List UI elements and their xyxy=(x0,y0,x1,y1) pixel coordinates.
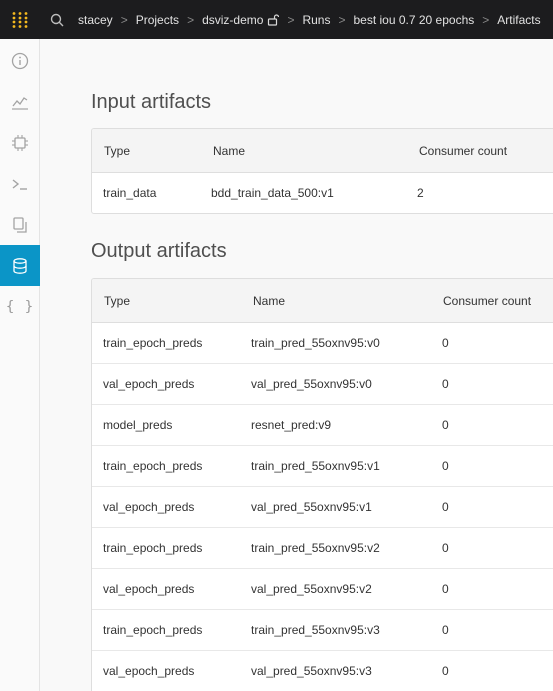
artifact-name[interactable]: val_pred_55oxnv95:v2 xyxy=(251,569,372,609)
breadcrumb-separator: > xyxy=(187,12,195,27)
artifact-type: val_epoch_preds xyxy=(103,500,195,514)
column-header-consumer-count[interactable]: Consumer count xyxy=(443,279,531,322)
input-artifacts-title: Input artifacts xyxy=(91,91,212,113)
breadcrumb: stacey > Projects > dsviz-demo > Runs > … xyxy=(78,13,541,27)
table-row[interactable]: val_epoch_preds val_pred_55oxnv95:v3 0 xyxy=(92,651,553,691)
artifact-consumer-count: 0 xyxy=(442,336,449,350)
breadcrumb-project[interactable]: dsviz-demo xyxy=(202,13,263,27)
breadcrumb-separator: > xyxy=(120,12,128,27)
artifact-name[interactable]: val_pred_55oxnv95:v3 xyxy=(251,651,372,691)
search-icon[interactable] xyxy=(42,0,72,39)
artifact-type: train_epoch_preds xyxy=(103,336,203,350)
artifact-consumer-count: 0 xyxy=(442,459,449,473)
breadcrumb-runs[interactable]: Runs xyxy=(302,13,330,27)
top-bar: stacey > Projects > dsviz-demo > Runs > … xyxy=(0,0,553,39)
artifact-name[interactable]: val_pred_55oxnv95:v1 xyxy=(251,487,372,527)
sidebar-item-charts[interactable] xyxy=(0,81,40,122)
column-header-type[interactable]: Type xyxy=(104,279,130,322)
table-header: Type Name Consumer count xyxy=(92,129,553,173)
chip-icon xyxy=(11,134,29,152)
breadcrumb-separator: > xyxy=(287,12,295,27)
breadcrumb-user[interactable]: stacey xyxy=(78,13,113,27)
sidebar-item-artifacts[interactable] xyxy=(0,245,40,286)
artifact-consumer-count: 0 xyxy=(442,582,449,596)
sidebar-item-files[interactable] xyxy=(0,204,40,245)
table-header: Type Name Consumer count xyxy=(92,279,553,323)
artifact-name[interactable]: train_pred_55oxnv95:v0 xyxy=(251,323,380,363)
breadcrumb-separator: > xyxy=(482,12,490,27)
database-icon xyxy=(11,257,29,275)
table-row[interactable]: train_epoch_preds train_pred_55oxnv95:v1 0 xyxy=(92,446,553,487)
artifact-name[interactable]: bdd_train_data_500:v1 xyxy=(211,173,334,213)
sidebar-item-logs[interactable] xyxy=(0,163,40,204)
column-header-name[interactable]: Name xyxy=(213,129,245,172)
wandb-logo-icon[interactable] xyxy=(0,0,40,39)
artifact-consumer-count: 0 xyxy=(442,418,449,432)
output-artifacts-rows: train_epoch_preds train_pred_55oxnv95:v0 0… xyxy=(92,323,553,691)
sidebar-item-overview[interactable] xyxy=(0,40,40,81)
table-row[interactable]: val_epoch_preds val_pred_55oxnv95:v1 0 xyxy=(92,487,553,528)
table-row[interactable]: model_preds resnet_pred:v9 0 xyxy=(92,405,553,446)
column-header-type[interactable]: Type xyxy=(104,129,130,172)
artifact-type: model_preds xyxy=(103,418,173,432)
artifact-type: val_epoch_preds xyxy=(103,582,195,596)
breadcrumb-separator: > xyxy=(338,12,346,27)
main-content: Input artifacts Type Name Consumer count… xyxy=(41,39,553,691)
braces-icon: { } xyxy=(5,298,35,315)
artifact-type: train_data xyxy=(103,186,157,200)
files-icon xyxy=(11,216,29,234)
output-artifacts-table: Type Name Consumer count train_epoch_pre… xyxy=(91,278,553,691)
artifact-name[interactable]: resnet_pred:v9 xyxy=(251,405,331,445)
chart-icon xyxy=(11,93,29,111)
breadcrumb-projects[interactable]: Projects xyxy=(136,13,179,27)
artifact-type: val_epoch_preds xyxy=(103,664,195,678)
artifact-type: train_epoch_preds xyxy=(103,541,203,555)
sidebar-item-system[interactable] xyxy=(0,122,40,163)
artifact-consumer-count: 0 xyxy=(442,541,449,555)
artifact-consumer-count: 0 xyxy=(442,623,449,637)
breadcrumb-run[interactable]: best iou 0.7 20 epochs xyxy=(353,13,474,27)
artifact-name[interactable]: train_pred_55oxnv95:v1 xyxy=(251,446,380,486)
table-row[interactable]: train_epoch_preds train_pred_55oxnv95:v2 0 xyxy=(92,528,553,569)
artifact-name[interactable]: train_pred_55oxnv95:v2 xyxy=(251,528,380,568)
artifact-type: train_epoch_preds xyxy=(103,459,203,473)
output-artifacts-title: Output artifacts xyxy=(91,240,227,262)
unlock-icon xyxy=(267,13,280,26)
table-row[interactable]: train_epoch_preds train_pred_55oxnv95:v0 0 xyxy=(92,323,553,364)
artifact-consumer-count: 2 xyxy=(417,186,424,200)
table-row[interactable]: train_epoch_preds train_pred_55oxnv95:v3 0 xyxy=(92,610,553,651)
artifact-name[interactable]: val_pred_55oxnv95:v0 xyxy=(251,364,372,404)
artifact-consumer-count: 0 xyxy=(442,377,449,391)
table-row[interactable]: val_epoch_preds val_pred_55oxnv95:v2 0 xyxy=(92,569,553,610)
sidebar-item-code[interactable]: { } xyxy=(0,286,40,327)
table-row[interactable]: val_epoch_preds val_pred_55oxnv95:v0 0 xyxy=(92,364,553,405)
artifact-type: val_epoch_preds xyxy=(103,377,195,391)
artifact-consumer-count: 0 xyxy=(442,664,449,678)
breadcrumb-artifacts[interactable]: Artifacts xyxy=(497,13,540,27)
input-artifacts-table: Type Name Consumer count train_data bdd_… xyxy=(91,128,553,214)
info-icon xyxy=(11,52,29,70)
artifact-name[interactable]: train_pred_55oxnv95:v3 xyxy=(251,610,380,650)
column-header-consumer-count[interactable]: Consumer count xyxy=(419,129,507,172)
artifact-type: train_epoch_preds xyxy=(103,623,203,637)
column-header-name[interactable]: Name xyxy=(253,279,285,322)
terminal-icon xyxy=(11,175,29,193)
sidebar: { } xyxy=(0,39,40,691)
table-row[interactable]: train_data bdd_train_data_500:v1 2 xyxy=(92,173,553,213)
artifact-consumer-count: 0 xyxy=(442,500,449,514)
